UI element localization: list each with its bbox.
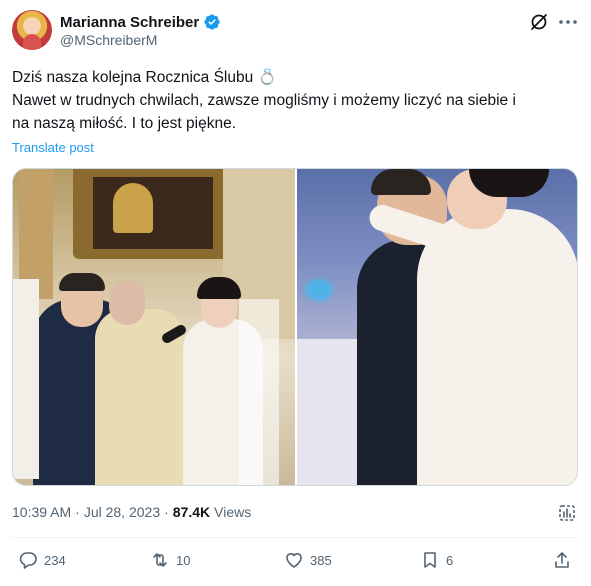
share-button[interactable] [552, 550, 572, 570]
tweet-header: Marianna Schreiber @MSchreiberM [12, 10, 579, 52]
tweet-media [12, 168, 578, 486]
meta-separator: · [75, 504, 80, 520]
repost-icon [153, 553, 167, 567]
share-icon [555, 552, 569, 568]
author-name[interactable]: Marianna Schreiber [60, 14, 199, 31]
reply-count: 234 [44, 552, 66, 568]
repost-count: 10 [176, 552, 191, 568]
views-count: 87.4K [172, 504, 211, 520]
bookmark-button[interactable]: 6 [420, 550, 453, 570]
tweet-text: Dziś nasza kolejna Rocznica Ślubu 💍 Nawe… [12, 66, 582, 135]
wedding-photo-right[interactable] [297, 169, 577, 485]
tweet-date[interactable]: Jul 28, 2023 [84, 504, 160, 520]
tweet-text-line-1: Dziś nasza kolejna Rocznica Ślubu 💍 [12, 69, 277, 86]
author-name-line: Marianna Schreiber [60, 13, 221, 31]
author-avatar[interactable] [12, 10, 52, 50]
bookmark-count: 6 [446, 552, 454, 568]
translate-post-link[interactable]: Translate post [12, 140, 94, 155]
views-label: Views [214, 504, 252, 520]
tweet-text-line-2: Nawet w trudnych chwilach, zawsze mogliś… [12, 92, 516, 109]
repost-button[interactable]: 10 [150, 550, 190, 570]
tweet-meta: 10:39 AM · Jul 28, 2023 · 87.4K Views [12, 504, 251, 520]
tweet-text-line-3: na naszą miłość. I to jest piękne. [12, 115, 237, 132]
analytics-icon[interactable] [557, 503, 577, 523]
like-button[interactable]: 385 [284, 550, 332, 570]
like-count: 385 [310, 552, 332, 568]
divider [12, 537, 579, 538]
verified-badge-icon [204, 14, 220, 30]
grok-icon[interactable] [529, 12, 549, 32]
reply-button[interactable]: 234 [18, 550, 66, 570]
wedding-photo-left[interactable] [13, 169, 295, 485]
heart-icon [286, 553, 302, 568]
author-handle[interactable]: @MSchreiberM [60, 32, 157, 48]
bookmark-icon [424, 552, 436, 568]
tweet-time[interactable]: 10:39 AM [12, 504, 71, 520]
more-dots-icon[interactable] [557, 12, 579, 32]
meta-separator: · [164, 504, 169, 520]
reply-icon [19, 552, 37, 569]
tweet-actions: 234 10 385 6 [0, 550, 591, 576]
